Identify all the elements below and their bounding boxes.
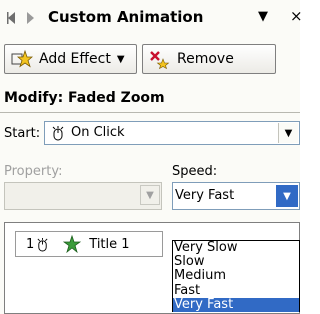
property-label: Property: xyxy=(4,164,63,179)
remove-button[interactable]: Remove xyxy=(142,44,276,74)
start-label: Start: xyxy=(4,126,41,141)
effect-name: Title 1 xyxy=(89,236,130,252)
close-pane-button[interactable]: × xyxy=(290,7,303,25)
pane-menu-dropdown[interactable]: ▼ xyxy=(258,9,268,24)
speed-option[interactable]: Medium xyxy=(173,269,299,283)
start-dropdown-arrow[interactable]: ▼ xyxy=(278,123,298,143)
speed-option[interactable]: Slow xyxy=(173,255,299,269)
mouse-click-icon xyxy=(36,237,49,252)
modify-heading: Modify: Faded Zoom xyxy=(4,90,165,106)
divider xyxy=(0,112,300,113)
effect-list-item[interactable]: 1 Title 1 xyxy=(15,231,163,257)
entrance-effect-icon xyxy=(63,234,82,254)
pane-title-bar: Custom Animation ▼ × xyxy=(0,0,303,36)
speed-select[interactable]: Very Fast ▼ xyxy=(172,182,300,210)
speed-option[interactable]: Fast xyxy=(173,283,299,298)
add-effect-label: Add Effect xyxy=(39,51,111,67)
add-effect-caret: ▼ xyxy=(116,53,125,65)
add-effect-star-icon xyxy=(11,49,34,69)
back-arrow-icon[interactable] xyxy=(4,10,20,26)
mouse-click-icon xyxy=(51,125,65,141)
effect-number: 1 xyxy=(26,236,35,252)
speed-option[interactable]: Very Slow xyxy=(173,240,299,255)
custom-animation-pane: Custom Animation ▼ × Add Effect ▼ Remove… xyxy=(0,0,303,314)
property-select: ▼ xyxy=(4,182,162,210)
speed-dropdown-list[interactable]: Very Slow Slow Medium Fast Very Fast xyxy=(172,240,300,312)
forward-arrow-icon[interactable] xyxy=(22,10,38,26)
start-value: On Click xyxy=(71,125,125,140)
remove-effect-icon xyxy=(149,49,171,70)
speed-value: Very Fast xyxy=(175,188,235,203)
property-dropdown-arrow: ▼ xyxy=(140,185,160,205)
add-effect-button[interactable]: Add Effect ▼ xyxy=(4,44,137,74)
speed-dropdown-arrow[interactable]: ▼ xyxy=(276,185,298,207)
speed-label: Speed: xyxy=(172,164,218,179)
pane-title: Custom Animation xyxy=(48,8,204,26)
remove-label: Remove xyxy=(177,51,234,67)
speed-option-selected[interactable]: Very Fast xyxy=(173,297,299,312)
start-select[interactable]: On Click ▼ xyxy=(44,121,300,145)
